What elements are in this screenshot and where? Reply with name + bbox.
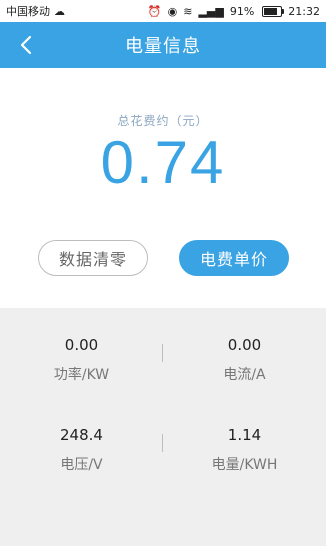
page-title: 电量信息 (125, 36, 201, 57)
carrier-name: 中国移动 (6, 5, 50, 18)
clock: 21:32 (288, 4, 320, 18)
stat-power: 0.00 功率/KW (0, 336, 163, 384)
eye-icon: ◉ (167, 4, 178, 18)
electricity-price-button[interactable]: 电费单价 (179, 240, 289, 276)
total-cost-label: 总花费约（元） (117, 114, 209, 128)
clear-data-button[interactable]: 数据清零 (38, 240, 148, 276)
stat-energy: 1.14 电量/KWH (163, 426, 326, 474)
stat-voltage-label: 电压/V (60, 457, 103, 473)
alarm-icon: ⏰ (147, 4, 162, 18)
stats-grid: 0.00 功率/KW 0.00 电流/A 248.4 电压/V 1.14 电量/… (0, 308, 326, 546)
cost-summary-panel: 总花费约（元） 0.74 数据清零 电费单价 (0, 68, 326, 308)
total-cost-value: 0.74 (100, 129, 226, 196)
stat-current: 0.00 电流/A (163, 336, 326, 384)
stat-power-value: 0.00 (64, 336, 99, 354)
stat-current-label: 电流/A (223, 367, 266, 383)
carrier-logo-icon: ☁ (54, 4, 65, 18)
stat-voltage-value: 248.4 (60, 426, 103, 444)
stat-power-label: 功率/KW (53, 367, 110, 383)
stat-current-value: 0.00 (227, 336, 262, 354)
stat-voltage: 248.4 电压/V (0, 426, 163, 474)
top-app-bar: 电量信息 (0, 22, 326, 68)
status-bar: 中国移动 ☁ ⏰ ◉ ≋ ▂▄▆ 91% 21:32 (0, 0, 326, 22)
stat-energy-value: 1.14 (227, 426, 262, 444)
battery-percent: 91% (229, 4, 255, 18)
wifi-icon: ≋ (183, 4, 193, 18)
battery-icon (262, 5, 285, 17)
stat-energy-label: 电量/KWH (211, 457, 278, 473)
signal-icon: ▂▄▆ (198, 4, 224, 18)
